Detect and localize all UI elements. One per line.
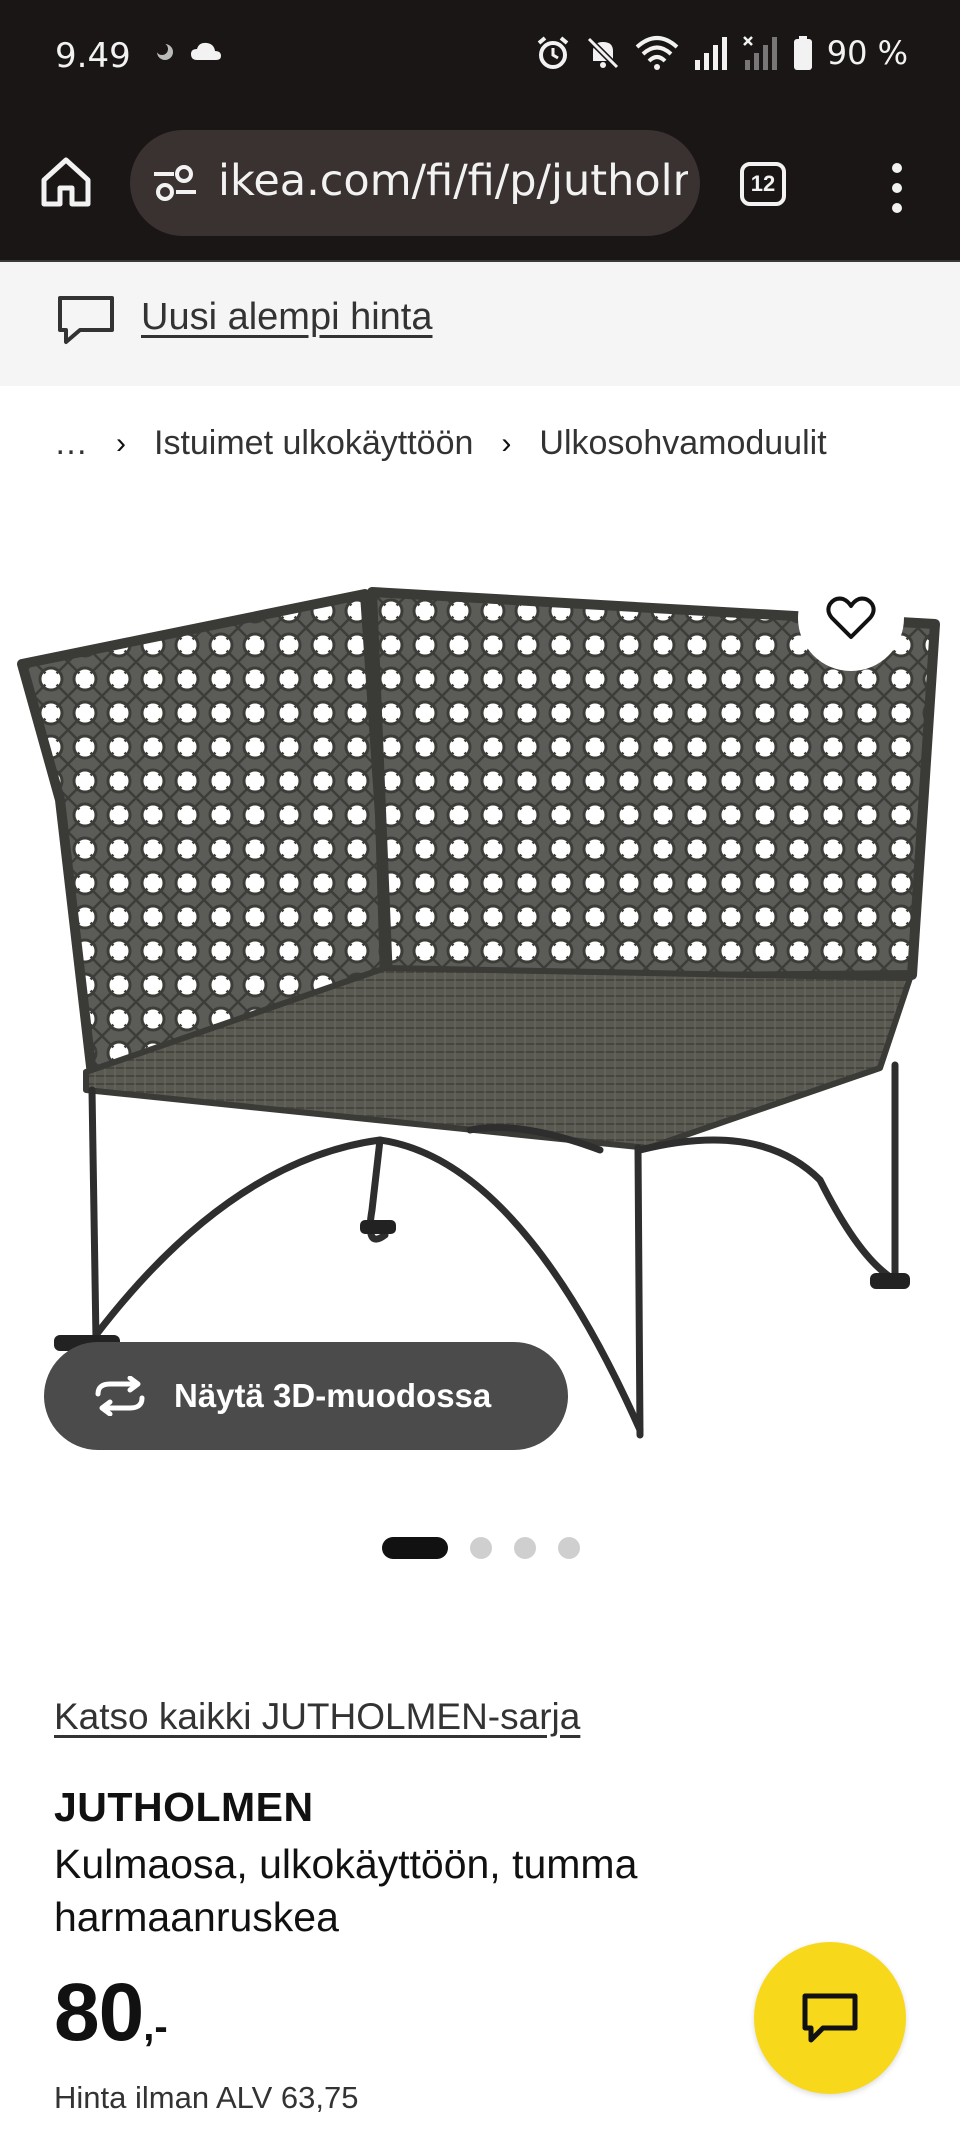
site-settings-icon[interactable] — [152, 164, 198, 202]
mute-icon — [586, 36, 619, 70]
breadcrumb-item-outdoor-seating[interactable]: Istuimet ulkokäyttöön — [154, 424, 473, 463]
carousel-dot-active[interactable] — [382, 1537, 448, 1559]
url-text[interactable]: ikea.com/fi/fi/p/jutholmen — [218, 156, 688, 206]
moon-icon — [156, 43, 173, 60]
view-3d-label: Näytä 3D-muodossa — [174, 1377, 492, 1414]
carousel-dot[interactable] — [470, 1537, 492, 1559]
favourite-button[interactable] — [798, 565, 904, 671]
view-3d-button[interactable]: Näytä 3D-muodossa — [44, 1342, 568, 1450]
battery-icon — [793, 36, 812, 70]
battery-level: 90 % — [826, 34, 908, 72]
product-description: Kulmaosa, ulkokäyttöön, tumma harmaanrus… — [54, 1841, 638, 1940]
wifi-icon — [635, 36, 679, 70]
carousel-dot[interactable] — [558, 1537, 580, 1559]
rotate-3d-icon — [95, 1376, 145, 1416]
tabs-icon[interactable]: 12 — [740, 162, 786, 206]
status-bar: 9.49 90 % — [0, 0, 960, 118]
chat-button[interactable] — [754, 1942, 906, 2094]
signal-icon — [694, 37, 727, 70]
breadcrumb: … › Istuimet ulkokäyttöön › Ulkosohvamod… — [54, 424, 827, 463]
price-excl-vat: Hinta ilman ALV 63,75 — [54, 2080, 359, 2115]
more-menu-icon[interactable] — [882, 160, 912, 216]
browser-toolbar: ikea.com/fi/fi/p/jutholmen 12 — [0, 118, 960, 262]
banner-link[interactable]: Uusi alempi hinta — [141, 296, 432, 339]
signal-no-service-icon — [742, 36, 777, 70]
home-icon[interactable] — [38, 154, 94, 210]
product-image[interactable] — [0, 560, 960, 1460]
alarm-icon — [537, 36, 568, 69]
chat-bubble-icon — [58, 296, 114, 344]
chat-icon — [802, 1993, 858, 2043]
chevron-right-icon: › — [116, 426, 126, 460]
breadcrumb-ellipsis[interactable]: … — [54, 424, 88, 463]
product-name: JUTHOLMEN — [54, 1784, 314, 1830]
breadcrumb-item-outdoor-sofa-modules[interactable]: Ulkosohvamoduulit — [539, 424, 826, 463]
product-price: 80 ,- — [54, 1966, 168, 2060]
carousel-dot[interactable] — [514, 1537, 536, 1559]
chevron-right-icon: › — [501, 426, 512, 460]
heart-icon — [826, 596, 876, 639]
cloud-icon — [191, 42, 221, 60]
series-link[interactable]: Katso kaikki JUTHOLMEN-sarja — [54, 1696, 580, 1738]
tab-count: 12 — [750, 171, 776, 196]
status-time: 9.49 — [55, 36, 131, 76]
price-value: 80 — [54, 1967, 144, 2058]
address-bar[interactable]: ikea.com/fi/fi/p/jutholmen — [130, 130, 700, 236]
carousel-indicator — [382, 1537, 580, 1559]
price-suffix: ,- — [143, 2005, 168, 2049]
price-banner[interactable]: Uusi alempi hinta — [0, 262, 960, 386]
